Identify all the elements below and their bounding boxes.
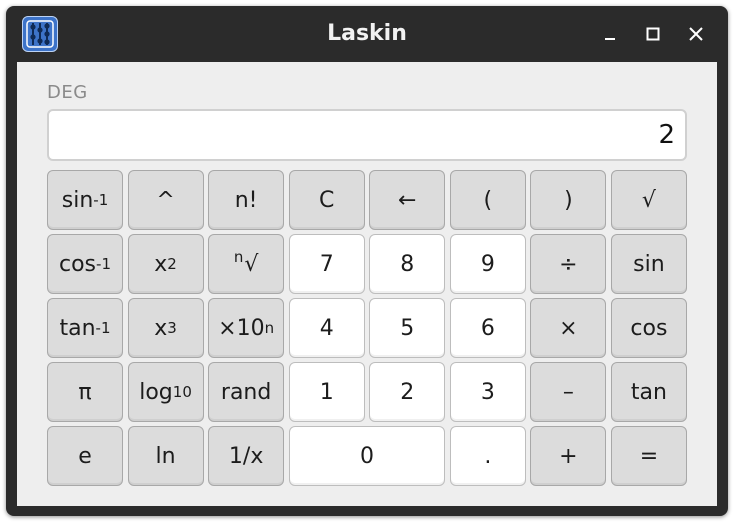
minimize-icon <box>605 38 615 40</box>
sin-button[interactable]: sin <box>610 234 687 294</box>
calculator-body: DEG 2 sin -1 ^ n! C ← ( ) √ cos -1 x2 n √ 7… <box>17 62 717 506</box>
digit-8-button[interactable]: 8 <box>369 234 446 294</box>
minus-button[interactable]: – <box>530 362 607 422</box>
arctan-button[interactable]: tan -1 <box>47 298 123 358</box>
close-button[interactable] <box>682 20 710 48</box>
random-button[interactable]: rand <box>208 362 285 422</box>
reciprocal-button[interactable]: 1/x <box>208 426 285 486</box>
square-root-button[interactable]: √ <box>610 170 687 230</box>
cube-button[interactable]: x3 <box>127 298 204 358</box>
digit-2-button[interactable]: 2 <box>369 362 446 422</box>
nth-root-button[interactable]: n √ <box>208 234 285 294</box>
open-paren-button[interactable]: ( <box>449 170 526 230</box>
maximize-button[interactable] <box>639 20 667 48</box>
angle-mode-label: DEG <box>47 82 88 103</box>
title-bar[interactable]: Laskin <box>6 6 728 62</box>
digit-3-button[interactable]: 3 <box>449 362 526 422</box>
close-paren-button[interactable]: ) <box>530 170 607 230</box>
close-icon <box>689 27 703 41</box>
minimize-button[interactable] <box>596 20 624 48</box>
multiply-button[interactable]: × <box>530 298 607 358</box>
digit-5-button[interactable]: 5 <box>369 298 446 358</box>
power-button[interactable]: ^ <box>127 170 204 230</box>
tan-button[interactable]: tan <box>610 362 687 422</box>
backspace-button[interactable]: ← <box>369 170 446 230</box>
arcsin-button[interactable]: sin -1 <box>47 170 123 230</box>
natural-log-button[interactable]: ln <box>127 426 204 486</box>
square-button[interactable]: x2 <box>127 234 204 294</box>
cos-button[interactable]: cos <box>610 298 687 358</box>
digit-4-button[interactable]: 4 <box>288 298 365 358</box>
equals-button[interactable]: = <box>610 426 687 486</box>
clear-button[interactable]: C <box>288 170 365 230</box>
arccos-button[interactable]: cos -1 <box>47 234 123 294</box>
digit-6-button[interactable]: 6 <box>449 298 526 358</box>
decimal-point-button[interactable]: . <box>449 426 526 486</box>
calculator-window: Laskin DEG 2 sin -1 ^ n! C ← () √ cos -… <box>6 6 728 516</box>
result-display[interactable]: 2 <box>47 109 687 161</box>
pi-button[interactable]: π <box>47 362 123 422</box>
digit-7-button[interactable]: 7 <box>288 234 365 294</box>
log10-button[interactable]: log 10 <box>127 362 204 422</box>
digit-9-button[interactable]: 9 <box>449 234 526 294</box>
plus-button[interactable]: + <box>530 426 607 486</box>
euler-button[interactable]: e <box>47 426 123 486</box>
times-ten-power-button[interactable]: ×10 n <box>208 298 285 358</box>
maximize-icon <box>646 27 660 41</box>
factorial-button[interactable]: n! <box>208 170 285 230</box>
digit-0-button[interactable]: 0 <box>288 426 446 486</box>
digit-1-button[interactable]: 1 <box>288 362 365 422</box>
keypad: sin -1 ^ n! C ← ( ) √ cos -1 x2 n √ 7 8 9 ÷… <box>47 170 687 486</box>
divide-button[interactable]: ÷ <box>530 234 607 294</box>
